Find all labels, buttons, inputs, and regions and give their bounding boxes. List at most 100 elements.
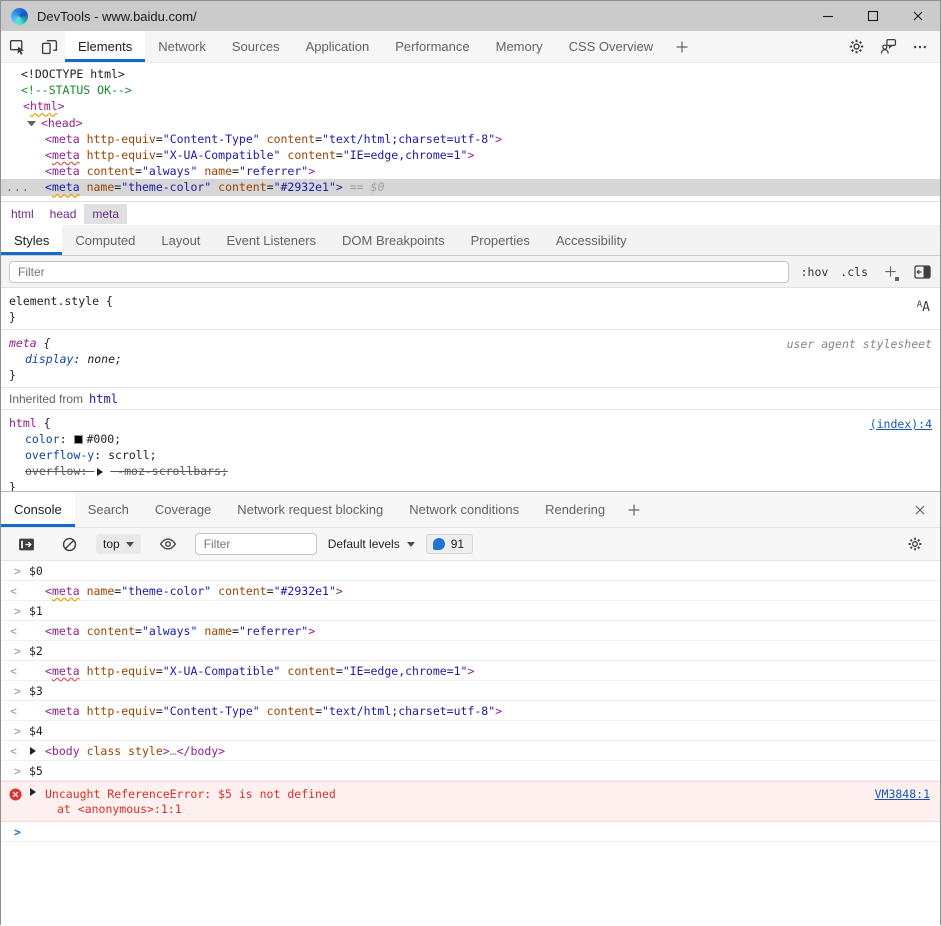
tab-network[interactable]: Network	[145, 31, 219, 62]
tab-accessibility[interactable]: Accessibility	[543, 225, 640, 255]
expand-icon[interactable]	[97, 468, 107, 476]
html-rule[interactable]: (index):4 html {color: #000;overflow-y: …	[1, 410, 940, 491]
maximize-button[interactable]	[850, 1, 895, 31]
console-input-echo[interactable]: >$1	[1, 601, 940, 621]
toggle-hover-state-button[interactable]: :hov	[801, 265, 829, 279]
tab-rendering[interactable]: Rendering	[532, 492, 618, 527]
tab-application[interactable]: Application	[293, 31, 383, 62]
inherited-from-bar: Inherited from html	[1, 388, 940, 410]
dom-tree-node[interactable]: <head>	[1, 115, 940, 131]
live-expression-eye-icon[interactable]	[152, 535, 184, 553]
dom-tree-node[interactable]: <html>	[1, 98, 940, 114]
inherited-node-link[interactable]: html	[89, 391, 118, 407]
tab-performance[interactable]: Performance	[382, 31, 482, 62]
close-button[interactable]	[895, 1, 940, 31]
expand-icon[interactable]	[30, 788, 40, 796]
element-style-rule[interactable]: element.style {} AA	[1, 288, 940, 330]
context-selector[interactable]: top	[96, 534, 141, 554]
drawer-tab-strip: ConsoleSearchCoverageNetwork request blo…	[1, 492, 940, 528]
styles-filter-input[interactable]	[9, 261, 789, 283]
styles-pane: element.style {} AA user agent styleshee…	[1, 288, 940, 491]
tab-network-conditions[interactable]: Network conditions	[396, 492, 532, 527]
css-line[interactable]: display: none;	[9, 351, 932, 367]
stylesheet-origin-label: user agent stylesheet	[787, 336, 932, 352]
console-result[interactable]: <<body class style>…</body>	[1, 741, 940, 761]
console-input-echo[interactable]: >$5	[1, 761, 940, 781]
tab-css-overview[interactable]: CSS Overview	[556, 31, 667, 62]
console-settings-gear-icon[interactable]	[899, 536, 931, 552]
css-line[interactable]: }	[9, 309, 932, 325]
expand-icon[interactable]	[30, 747, 40, 755]
breadcrumb: htmlheadmeta	[1, 201, 940, 225]
css-line[interactable]: element.style {	[9, 293, 932, 309]
font-editor-icon[interactable]: AA	[917, 300, 930, 313]
stylesheet-source-link[interactable]: (index):4	[870, 416, 932, 432]
tab-layout[interactable]: Layout	[148, 225, 213, 255]
css-line[interactable]: html {	[9, 415, 932, 431]
dom-tree-node[interactable]: <meta http-equiv="Content-Type" content=…	[1, 131, 940, 147]
tab-properties[interactable]: Properties	[458, 225, 543, 255]
minimize-button[interactable]	[805, 1, 850, 31]
dock-sidebar-icon[interactable]	[912, 262, 932, 282]
console-filter-input[interactable]	[195, 533, 317, 555]
selected-node-hint: == $0	[343, 180, 385, 194]
dom-tree-node[interactable]: <!DOCTYPE html>	[1, 66, 940, 82]
log-levels-dropdown[interactable]: Default levels	[328, 537, 415, 551]
tab-memory[interactable]: Memory	[483, 31, 556, 62]
tab-event-listeners[interactable]: Event Listeners	[213, 225, 329, 255]
node-more-menu[interactable]: ...	[6, 179, 30, 195]
css-line[interactable]: }	[9, 479, 932, 491]
tab-search[interactable]: Search	[75, 492, 142, 527]
tab-coverage[interactable]: Coverage	[142, 492, 224, 527]
more-options-icon[interactable]	[904, 39, 936, 55]
console-input-echo[interactable]: >$4	[1, 721, 940, 741]
console-sidebar-icon[interactable]	[10, 536, 42, 553]
more-drawer-tabs-icon[interactable]	[618, 492, 650, 527]
tab-dom-breakpoints[interactable]: DOM Breakpoints	[329, 225, 458, 255]
title-bar: DevTools - www.baidu.com/	[1, 1, 940, 31]
messages-count-badge[interactable]: 91	[426, 534, 473, 554]
console-result[interactable]: <<meta http-equiv="Content-Type" content…	[1, 701, 940, 721]
inspect-element-icon[interactable]	[1, 31, 33, 62]
device-toolbar-icon[interactable]	[33, 31, 65, 62]
clear-console-icon[interactable]	[53, 536, 85, 553]
dom-tree-node[interactable]: <meta content="always" name="referrer">	[1, 163, 940, 179]
css-line[interactable]: overflow: -moz-scrollbars;	[9, 463, 932, 479]
console-result[interactable]: <<meta name="theme-color" content="#2932…	[1, 581, 940, 601]
dom-tree-node[interactable]: ...<meta name="theme-color" content="#29…	[1, 179, 940, 195]
tab-computed[interactable]: Computed	[62, 225, 148, 255]
css-line[interactable]: overflow-y: scroll;	[9, 447, 932, 463]
console-toolbar: top Default levels 91	[1, 528, 940, 561]
tab-styles[interactable]: Styles	[1, 225, 62, 255]
devtools-toolbar: ElementsNetworkSourcesApplicationPerform…	[1, 31, 940, 63]
new-style-rule-button[interactable]	[880, 262, 900, 282]
console-input-echo[interactable]: >$0	[1, 561, 940, 581]
expand-arrow-icon[interactable]	[27, 121, 36, 130]
close-drawer-icon[interactable]	[904, 503, 936, 517]
dom-tree-node[interactable]: <meta http-equiv="X-UA-Compatible" conte…	[1, 147, 940, 163]
tab-sources[interactable]: Sources	[219, 31, 293, 62]
css-line[interactable]: color: #000;	[9, 431, 932, 447]
error-source-link[interactable]: VM3848:1	[875, 787, 930, 802]
console-result[interactable]: <<meta content="always" name="referrer">	[1, 621, 940, 641]
feedback-icon[interactable]	[872, 38, 904, 55]
settings-gear-icon[interactable]	[840, 38, 872, 55]
console-prompt[interactable]: >	[1, 822, 940, 842]
crumb-html[interactable]: html	[3, 204, 42, 224]
main-tab-strip: ElementsNetworkSourcesApplicationPerform…	[65, 31, 666, 62]
tab-network-request-blocking[interactable]: Network request blocking	[224, 492, 396, 527]
console-input-echo[interactable]: >$2	[1, 641, 940, 661]
color-swatch[interactable]	[74, 435, 83, 444]
console-result[interactable]: <<meta http-equiv="X-UA-Compatible" cont…	[1, 661, 940, 681]
tab-console[interactable]: Console	[1, 492, 75, 527]
crumb-head[interactable]: head	[42, 204, 85, 224]
css-line[interactable]: }	[9, 367, 932, 383]
dom-tree-node[interactable]: <!--STATUS OK-->	[1, 82, 940, 98]
user-agent-rule[interactable]: user agent stylesheet meta {display: non…	[1, 330, 940, 388]
console-error-message[interactable]: Uncaught ReferenceError: $5 is not defin…	[1, 781, 940, 822]
tab-elements[interactable]: Elements	[65, 31, 145, 62]
console-input-echo[interactable]: >$3	[1, 681, 940, 701]
toggle-class-button[interactable]: .cls	[840, 265, 868, 279]
crumb-meta[interactable]: meta	[84, 204, 127, 224]
more-tabs-icon[interactable]	[666, 31, 698, 62]
